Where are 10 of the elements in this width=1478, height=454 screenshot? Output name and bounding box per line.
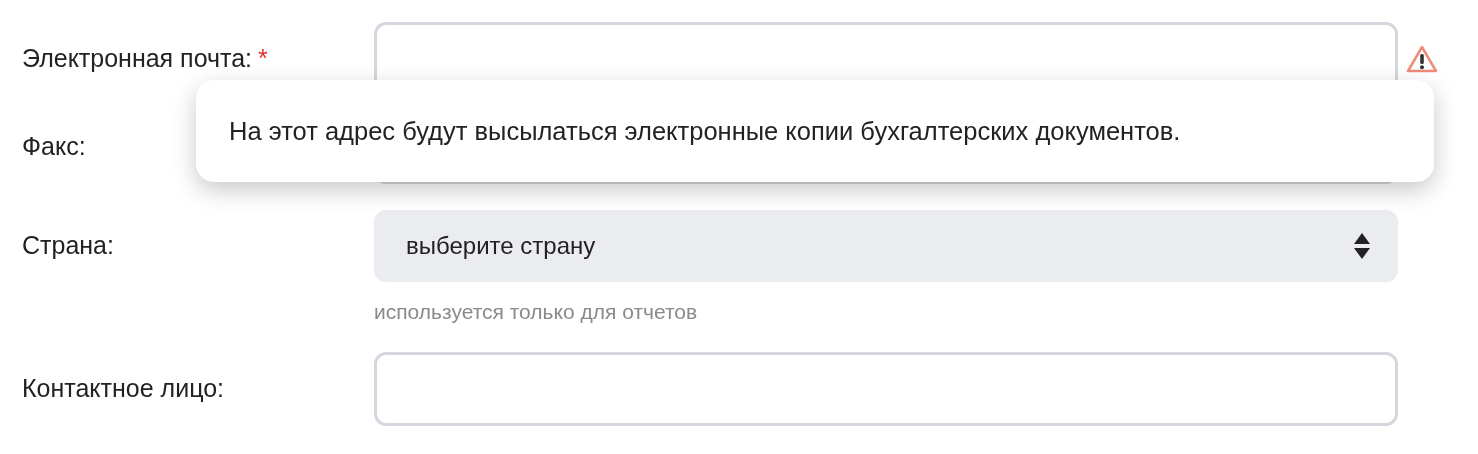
field-label: Факс: [22, 131, 86, 163]
hint-text: используется только для отчетов [374, 299, 699, 325]
field-label: Страна: [22, 230, 114, 262]
required-asterisk: * [258, 43, 268, 75]
input-field[interactable] [374, 351, 1398, 426]
sort-arrows-icon [1354, 233, 1370, 259]
field-label: Электронная почта: [22, 43, 253, 75]
country-select[interactable]: выберите страну [374, 210, 1398, 282]
field-label: Контактное лицо: [22, 372, 224, 404]
tooltip: На этот адрес будут высылаться электронные копии бухгалтерских документов. [196, 80, 1434, 182]
